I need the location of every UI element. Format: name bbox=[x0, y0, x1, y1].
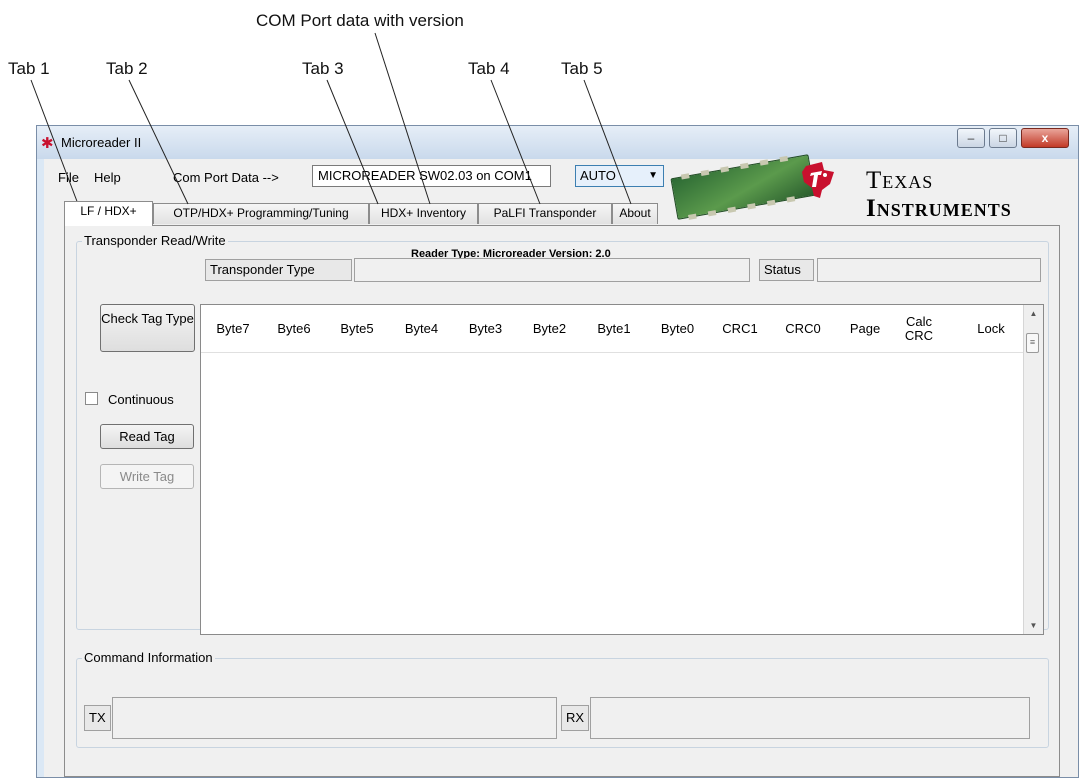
status-field bbox=[817, 258, 1041, 282]
continuous-option[interactable]: Continuous bbox=[85, 392, 174, 407]
write-tag-button[interactable]: Write Tag bbox=[100, 464, 194, 489]
annotation-com-port-data: COM Port data with version bbox=[256, 11, 464, 30]
tab-hdx-inventory[interactable]: HDX+ Inventory bbox=[369, 203, 478, 224]
menu-help[interactable]: Help bbox=[94, 170, 121, 185]
continuous-label: Continuous bbox=[108, 392, 174, 407]
tx-label: TX bbox=[84, 705, 111, 731]
transponder-type-label: Transponder Type bbox=[205, 259, 352, 281]
annotation-tab-5: Tab 5 bbox=[561, 59, 603, 78]
column-byte5[interactable]: Byte5 bbox=[325, 305, 389, 352]
status-label: Status bbox=[759, 259, 814, 281]
annotation-tab-3: Tab 3 bbox=[302, 59, 344, 78]
column-crc0[interactable]: CRC0 bbox=[771, 305, 835, 352]
command-information-group: Command Information TX RX bbox=[76, 650, 1049, 748]
column-byte0[interactable]: Byte0 bbox=[646, 305, 709, 352]
reader-board-photo bbox=[670, 154, 816, 220]
close-button[interactable]: x bbox=[1021, 128, 1069, 148]
ti-app-icon: ✱ bbox=[41, 135, 54, 152]
column-byte6[interactable]: Byte6 bbox=[263, 305, 325, 352]
ti-logo-text-texas: Texas bbox=[866, 167, 934, 194]
column-byte1[interactable]: Byte1 bbox=[582, 305, 646, 352]
column-byte3[interactable]: Byte3 bbox=[454, 305, 517, 352]
column-page[interactable]: Page bbox=[835, 305, 895, 352]
maximize-button[interactable]: □ bbox=[989, 128, 1017, 148]
ti-logo-icon bbox=[802, 162, 834, 198]
column-lock[interactable]: Lock bbox=[961, 305, 1021, 352]
scroll-thumb[interactable]: ≡ bbox=[1026, 333, 1039, 353]
window-title: Microreader II bbox=[61, 135, 142, 150]
column-byte2[interactable]: Byte2 bbox=[517, 305, 582, 352]
transponder-group-title: Transponder Read/Write bbox=[82, 233, 228, 248]
scroll-down-icon[interactable]: ▼ bbox=[1024, 617, 1043, 634]
mode-select[interactable]: AUTO ▼ bbox=[575, 165, 664, 187]
transponder-read-write-group: Transponder Read/Write Reader Type: Micr… bbox=[76, 233, 1049, 635]
window-client-area: File Help Com Port Data --> MICROREADER … bbox=[44, 154, 1078, 777]
annotation-tab-4: Tab 4 bbox=[468, 59, 510, 78]
column-crc1[interactable]: CRC1 bbox=[709, 305, 771, 352]
app-window: ✱ Microreader II – □ x File Help Com Por… bbox=[36, 125, 1079, 778]
column-calc-crc[interactable]: Calc CRC bbox=[899, 305, 939, 352]
column-byte4[interactable]: Byte4 bbox=[389, 305, 454, 352]
command-group-title: Command Information bbox=[82, 650, 215, 665]
tab-lf-hdx[interactable]: LF / HDX+ bbox=[64, 201, 153, 226]
tab-page-lf-hdx: Transponder Read/Write Reader Type: Micr… bbox=[64, 225, 1060, 777]
transponder-type-field bbox=[354, 258, 750, 282]
menu-file[interactable]: File bbox=[58, 170, 79, 185]
read-tag-button[interactable]: Read Tag bbox=[100, 424, 194, 449]
tag-data-table[interactable]: Byte7 Byte6 Byte5 Byte4 Byte3 Byte2 Byte… bbox=[200, 304, 1044, 635]
chevron-down-icon: ▼ bbox=[648, 170, 658, 181]
continuous-checkbox[interactable] bbox=[85, 392, 98, 405]
rx-field bbox=[590, 697, 1030, 739]
check-tag-type-button[interactable]: Check Tag Type bbox=[100, 304, 195, 352]
mode-select-value: AUTO bbox=[580, 168, 616, 183]
ti-logo-text-instruments: Instruments bbox=[866, 195, 1012, 222]
tab-about[interactable]: About bbox=[612, 203, 658, 224]
com-port-label: Com Port Data --> bbox=[173, 170, 279, 185]
scroll-up-icon[interactable]: ▲ bbox=[1024, 305, 1043, 322]
title-bar[interactable]: ✱ Microreader II – □ x bbox=[37, 126, 1078, 159]
rx-label: RX bbox=[561, 705, 589, 731]
table-header: Byte7 Byte6 Byte5 Byte4 Byte3 Byte2 Byte… bbox=[201, 305, 1024, 353]
column-byte7[interactable]: Byte7 bbox=[203, 305, 263, 352]
annotation-tab-1: Tab 1 bbox=[8, 59, 50, 78]
com-port-data-field: MICROREADER SW02.03 on COM1 bbox=[312, 165, 551, 187]
minimize-button[interactable]: – bbox=[957, 128, 985, 148]
tx-field bbox=[112, 697, 557, 739]
tab-palfi-transponder[interactable]: PaLFI Transponder bbox=[478, 203, 612, 224]
tab-otp-programming[interactable]: OTP/HDX+ Programming/Tuning bbox=[153, 203, 369, 224]
table-scrollbar[interactable]: ▲ ≡ ▼ bbox=[1023, 305, 1043, 634]
annotation-tab-2: Tab 2 bbox=[106, 59, 148, 78]
